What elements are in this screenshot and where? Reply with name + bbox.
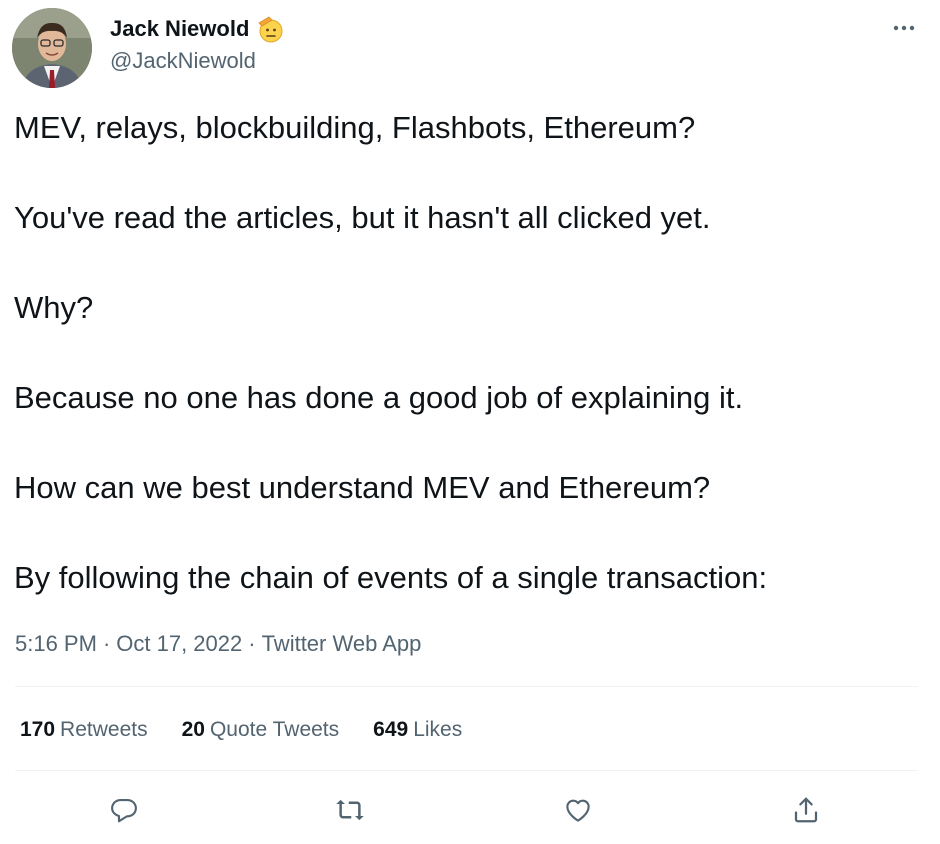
divider: [15, 686, 918, 687]
tweet-paragraph: MEV, relays, blockbuilding, Flashbots, E…: [14, 110, 696, 145]
author-handle[interactable]: @JackNiewold: [110, 48, 256, 74]
author-name-text: Jack Niewold: [110, 16, 250, 41]
quote-tweets-stat[interactable]: 20 Quote Tweets: [182, 716, 340, 744]
reply-icon[interactable]: [104, 790, 144, 830]
saluting-face-emoji-icon: [255, 14, 285, 44]
more-options-icon[interactable]: [890, 14, 918, 42]
tweet-paragraph: Because no one has done a good job of ex…: [14, 380, 744, 415]
retweet-icon[interactable]: [330, 790, 370, 830]
tweet-source[interactable]: Twitter Web App: [262, 631, 422, 656]
share-icon[interactable]: [786, 790, 826, 830]
meta-separator: ·: [248, 631, 256, 656]
tweet-paragraph: You've read the articles, but it hasn't …: [14, 200, 711, 235]
meta-separator: ·: [102, 631, 111, 656]
like-icon[interactable]: [558, 790, 598, 830]
tweet-text: MEV, relays, blockbuilding, Flashbots, E…: [14, 110, 929, 596]
likes-count: 649: [373, 718, 409, 741]
tweet-paragraph: How can we best understand MEV and Ether…: [14, 470, 711, 505]
likes-stat[interactable]: 649 Likes: [373, 716, 462, 744]
quote-tweets-count: 20: [181, 718, 205, 741]
quote-tweets-label: Quote Tweets: [209, 718, 340, 741]
retweets-label: Retweets: [60, 718, 148, 741]
tweet-paragraph: Why?: [14, 290, 94, 325]
tweet-meta: 5:16 PM · Oct 17, 2022 · Twitter Web App: [15, 630, 421, 658]
retweets-count: 170: [20, 718, 56, 741]
tweet: Jack Niewold @JackNiewold MEV, relays, b…: [0, 0, 940, 844]
tweet-paragraph: By following the chain of events of a si…: [14, 560, 768, 595]
author-name[interactable]: Jack Niewold: [110, 14, 285, 44]
divider: [15, 770, 918, 771]
likes-label: Likes: [413, 718, 463, 741]
avatar[interactable]: [12, 8, 92, 88]
tweet-date[interactable]: Oct 17, 2022: [116, 631, 242, 656]
tweet-stats: 170 Retweets 20 Quote Tweets 649 Likes: [20, 716, 496, 744]
tweet-time[interactable]: 5:16 PM: [15, 631, 97, 656]
retweets-stat[interactable]: 170 Retweets: [20, 716, 148, 744]
